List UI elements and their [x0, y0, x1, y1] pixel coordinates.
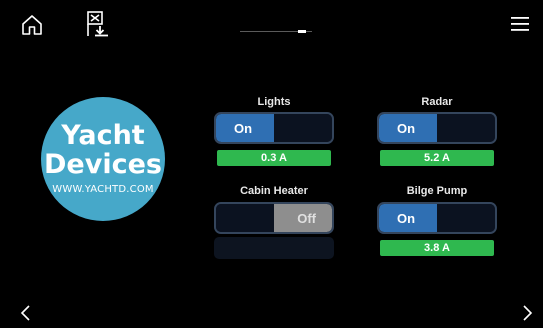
switch-label-radar: Radar	[421, 96, 453, 108]
toggle-cabin-heater[interactable]: Off	[214, 202, 334, 234]
current-lights: 0.3 A	[217, 150, 331, 166]
switch-label-cabin-heater: Cabin Heater	[240, 185, 308, 197]
hamburger-menu-icon[interactable]	[510, 15, 530, 33]
toggle-cabin-heater-on[interactable]	[216, 204, 274, 232]
toggle-radar[interactable]: On	[377, 112, 497, 144]
home-icon[interactable]	[20, 13, 44, 37]
switch-label-lights: Lights	[257, 96, 291, 108]
toggle-lights[interactable]: On	[214, 112, 334, 144]
toggle-radar-off[interactable]	[437, 114, 495, 142]
current-radar: 5.2 A	[380, 150, 494, 166]
logo-url: WWW.YACHTD.COM	[52, 184, 154, 195]
current-cabin-heater	[214, 237, 334, 259]
toggle-radar-on[interactable]: On	[379, 114, 437, 142]
page-indicator	[240, 30, 312, 33]
yacht-devices-logo: Yacht Devices WWW.YACHTD.COM	[41, 97, 165, 221]
toggle-lights-off[interactable]	[274, 114, 332, 142]
toggle-bilge-pump[interactable]: On	[377, 202, 497, 234]
logo-line1: Yacht	[61, 120, 145, 151]
page-indicator-current	[298, 30, 306, 33]
toggle-cabin-heater-off[interactable]: Off	[274, 204, 332, 232]
chevron-left-icon[interactable]	[18, 304, 32, 322]
toggle-bilge-pump-on[interactable]: On	[379, 204, 437, 232]
chevron-right-icon[interactable]	[521, 304, 535, 322]
device-icon[interactable]	[84, 10, 112, 38]
toggle-lights-on[interactable]: On	[216, 114, 274, 142]
current-bilge-pump: 3.8 A	[380, 240, 494, 256]
logo-line2: Devices	[44, 149, 162, 180]
switch-label-bilge-pump: Bilge Pump	[406, 185, 468, 197]
toggle-bilge-pump-off[interactable]	[437, 204, 495, 232]
